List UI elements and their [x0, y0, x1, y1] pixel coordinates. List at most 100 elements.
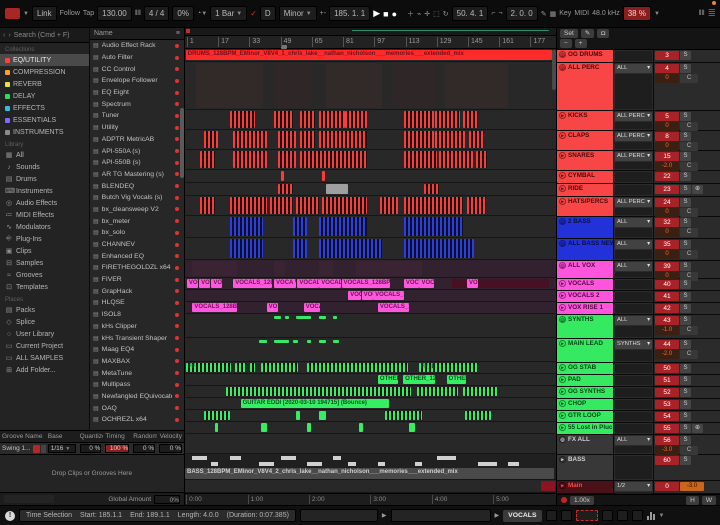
clip[interactable]: OTHER_128B	[403, 375, 435, 384]
sidebar-item-all[interactable]: ▦ All	[0, 149, 89, 161]
clip[interactable]	[344, 111, 367, 128]
clip[interactable]	[318, 217, 367, 236]
clip[interactable]	[274, 63, 312, 108]
arrangement-row-ride[interactable]	[185, 183, 556, 196]
clip[interactable]	[229, 456, 241, 460]
track-name[interactable]: ◎ ALL PERC	[557, 63, 614, 110]
current-clip-label[interactable]: VOCALS	[503, 509, 542, 522]
track-header-pad[interactable]: ▸ PAD 51 S	[557, 375, 720, 387]
sidebar-item-sounds[interactable]: ♪ Sounds	[0, 161, 89, 173]
groove-pool-footer-button[interactable]	[4, 495, 54, 503]
track-number[interactable]: 3	[655, 51, 679, 60]
link-button[interactable]: Link	[31, 6, 57, 21]
sidebar-item-effects[interactable]: EFFECTS	[0, 102, 89, 114]
tap-button[interactable]: Tap	[83, 10, 94, 17]
solo-button[interactable]: S	[680, 400, 691, 409]
clip[interactable]: OTHER	[446, 375, 467, 384]
track-name[interactable]: ▸ VOCALS	[557, 279, 614, 290]
chevron-down-icon[interactable]: ▼	[654, 11, 660, 17]
capture-midi-button[interactable]: +-	[320, 10, 326, 17]
solo-button[interactable]: S	[680, 51, 691, 60]
clip[interactable]	[192, 456, 208, 460]
clip[interactable]	[478, 462, 497, 466]
minute-ruler[interactable]: 0:00 1:00 2:00 3:00 4:00 5:00	[185, 493, 556, 505]
clip[interactable]	[274, 261, 286, 276]
arrangement-row-og-synths[interactable]	[185, 386, 556, 398]
clip[interactable]	[203, 411, 230, 420]
solo-button[interactable]: S	[680, 376, 691, 385]
clip[interactable]: VOCALS_128BPM_EMinor_1	[341, 279, 390, 288]
browser-item-isol8[interactable]: ▤ ISOL8	[90, 309, 184, 321]
clip[interactable]	[277, 184, 293, 194]
arrangement-row-fx-all[interactable]	[185, 434, 556, 454]
clip[interactable]	[385, 411, 423, 420]
follow-button[interactable]: Follow	[60, 10, 80, 17]
clip[interactable]	[463, 111, 479, 128]
sidebar-item-essentials[interactable]: ESSENTIALS	[0, 114, 89, 126]
chevron-down-icon[interactable]: ▼	[659, 513, 665, 519]
browser-item-bx-solo[interactable]: ▤ bx_solo	[90, 227, 184, 239]
browser-item-newfangled-equivocate[interactable]: ▤ Newfangled EQuivocate	[90, 391, 184, 403]
browser-item-audio-effect-rack[interactable]: ▤ Audio Effect Rack	[90, 40, 184, 52]
track-number[interactable]: 53	[655, 400, 679, 409]
clip[interactable]	[285, 316, 289, 319]
clip[interactable]: VOCALS_128BPM	[233, 279, 273, 288]
track-name[interactable]: ▸ OG SYNTHS	[557, 387, 614, 398]
clip[interactable]	[229, 217, 263, 236]
sidebar-item-instruments[interactable]: INSTRUMENTS	[0, 126, 89, 138]
groove-random-value[interactable]: 0 %	[133, 444, 156, 453]
quantization-select[interactable]: 1 Bar ▼	[210, 6, 248, 21]
browser-item-khs-transient-shaper[interactable]: ▤ kHs Transient Shaper	[90, 332, 184, 344]
sidebar-item-templates[interactable]: ⊡ Templates	[0, 281, 89, 293]
arrangement-row-bass[interactable]: BASS_128BPM_EMinor_V8V4_2_chris_lake__na…	[185, 454, 556, 480]
track-header-hats-percs[interactable]: ▸ HATS/PERCS ALL PERC ▾ 24 S 0 C	[557, 197, 720, 217]
track-header-vocals[interactable]: ▸ VOCALS 40 S	[557, 279, 720, 291]
clip[interactable]: VOCALS	[297, 279, 319, 288]
track-name[interactable]: ◎ FX ALL	[557, 435, 614, 454]
track-name[interactable]: ◎ ALL VOX	[557, 261, 614, 278]
arrangement-row-2-bass[interactable]	[185, 216, 556, 238]
input-routing-select[interactable]: ALL ▾	[615, 436, 652, 445]
browser-item-adptr-metricab[interactable]: ▤ ADPTR MetricAB	[90, 134, 184, 146]
track-name[interactable]: ▸ CYMBAL	[557, 171, 614, 183]
track-number[interactable]: 51	[655, 376, 679, 385]
clip[interactable]	[415, 462, 423, 466]
arrangement-row-og-stab[interactable]: FF FF_E	[185, 362, 556, 374]
pan-value[interactable]: C	[680, 208, 698, 217]
track-header-fx-all[interactable]: ◎ FX ALL ALL ▾ 56 S -3.0 C	[557, 435, 720, 455]
width-zoom-button[interactable]: W	[701, 495, 716, 505]
browser-item-channev[interactable]: ▤ CHANNEV	[90, 239, 184, 251]
volume-value[interactable]: -2.0	[655, 350, 679, 359]
browser-item-graphack[interactable]: ▤ GrapHack	[90, 285, 184, 297]
clip[interactable]	[392, 63, 438, 108]
metronome-icon[interactable]: ◔▼	[197, 10, 207, 17]
arrangement-row-vox-rise-1[interactable]: VOCALS_128BP VO VOCA VOCALS_12	[185, 302, 556, 314]
browser-item-fiver[interactable]: ▤ FIVER	[90, 274, 184, 286]
clip[interactable]: VO	[266, 303, 278, 312]
track-header-all-bass-new[interactable]: ◎ ALL BASS NEW ALL ▾ 35 S 0 C	[557, 239, 720, 261]
track-header-vocals-2[interactable]: ▸ VOCALS 2 41 S	[557, 291, 720, 303]
clip[interactable]	[229, 197, 267, 214]
clip[interactable]	[322, 171, 326, 181]
clip[interactable]: VOCA VO	[274, 279, 297, 288]
pan-value[interactable]: C	[680, 122, 698, 131]
solo-button[interactable]: S	[680, 412, 691, 421]
panel-toggle-icon[interactable]: ▶	[382, 512, 387, 519]
clip[interactable]	[233, 131, 267, 148]
clip[interactable]	[318, 131, 367, 148]
track-name[interactable]: ▸ CLAPS	[557, 131, 614, 150]
browser-item-butch-vig-vocals-s[interactable]: ▤ Butch Vig Vocals (s)	[90, 192, 184, 204]
track-header-all-vox[interactable]: ◎ ALL VOX ALL ▾ 39 S 0 C	[557, 261, 720, 281]
computer-midi-keyboard-icon[interactable]: ▦	[550, 10, 557, 18]
track-number[interactable]: 15	[655, 152, 679, 161]
clip[interactable]	[318, 411, 326, 420]
clip[interactable]	[292, 217, 308, 236]
volume-value[interactable]: -3.0	[680, 482, 704, 491]
clip[interactable]	[274, 111, 293, 128]
groove-col-name[interactable]: Groove Name	[0, 433, 46, 440]
overdub-icon[interactable]: ＋	[407, 9, 414, 19]
track-name[interactable]: ▸ BASS	[557, 455, 614, 480]
arrangement-row-claps[interactable]	[185, 130, 556, 150]
key-map-button[interactable]: Key	[559, 10, 571, 17]
global-amount-value[interactable]: 0%	[154, 494, 180, 504]
